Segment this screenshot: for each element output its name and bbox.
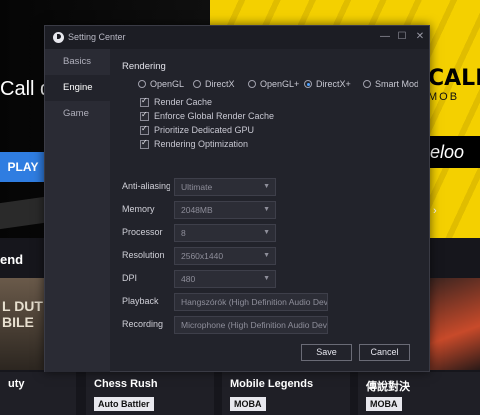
anti-aliasing-select[interactable]: Ultimate ▼ [174,178,276,196]
setting-row-anti-aliasing: Anti-aliasing Ultimate ▼ [122,178,422,196]
game-card[interactable]: 傳說對決 MOBA [358,372,480,415]
setting-row-resolution: Resolution 2560x1440 ▼ [122,247,422,265]
sidebar-item-engine[interactable]: Engine [45,75,110,101]
checkbox-label: Enforce Global Render Cache [154,111,275,121]
chevron-down-icon: ▼ [263,229,270,236]
game-card-tag: MOBA [366,397,402,411]
game-card-tag: Auto Battler [94,397,154,411]
select-value: Ultimate [181,182,213,192]
thumbnail-text: L DUT BILE [2,298,43,330]
sidebar-item-game[interactable]: Game [45,101,110,127]
radio-icon [138,80,146,88]
radio-opengl-plus[interactable]: OpenGL+ [248,77,299,91]
radio-smart-mode[interactable]: Smart Mode [363,77,418,91]
sidebar-item-basics[interactable]: Basics [45,49,110,75]
dpi-select[interactable]: 480 ▼ [174,270,276,288]
game-logo: CALL MOB [428,66,480,124]
memory-select[interactable]: 2048MB ▼ [174,201,276,219]
settings-sidebar: Basics Engine Game [45,49,110,372]
chevron-down-icon: ▼ [263,275,270,282]
game-logo-line2: MOB [428,91,460,103]
chevron-down-icon: ▼ [263,206,270,213]
select-value: Microphone (High Definition Audio Device… [181,320,328,330]
setting-row-recording: Recording Microphone (High Definition Au… [122,316,422,334]
game-card-name: Mobile Legends [230,378,314,390]
rendering-section-title: Rendering [122,61,166,72]
game-logo-line1: CALL [428,66,480,91]
rendering-mode-group: OpenGL DirectX OpenGL+ DirectX+ Smart Mo… [138,77,418,91]
dialog-titlebar[interactable]: Setting Center — ☐ ✕ [45,26,429,49]
game-card-name: Chess Rush [94,378,158,390]
rendering-options: Render Cache Enforce Global Render Cache… [140,95,274,151]
app-logo-icon [53,32,64,43]
checkbox-render-cache[interactable]: Render Cache [140,95,274,109]
radio-icon [193,80,201,88]
select-value: 480 [181,274,196,284]
game-card[interactable]: uty [0,372,76,415]
close-icon[interactable]: ✕ [413,30,427,44]
section-title: end [0,252,24,267]
checkbox-enforce-global-render-cache[interactable]: Enforce Global Render Cache [140,109,274,123]
radio-label: Smart Mode [375,79,418,89]
play-button[interactable]: PLAY [0,152,46,182]
radio-icon [363,80,371,88]
setting-row-playback: Playback Hangszórók (High Definition Aud… [122,293,422,311]
setting-label: Resolution [122,250,165,260]
setting-label: Memory [122,204,155,214]
radio-label: OpenGL [150,79,185,89]
checkbox-label: Prioritize Dedicated GPU [154,125,255,135]
checkbox-label: Rendering Optimization [154,139,249,149]
radio-opengl[interactable]: OpenGL [138,77,184,91]
next-arrow-icon[interactable]: › [433,205,437,217]
checkbox-checked-icon [140,124,149,135]
game-logo-sub: eloo [428,136,480,168]
minimize-icon[interactable]: — [378,30,392,44]
chevron-down-icon: ▼ [263,183,270,190]
checkbox-checked-icon [140,138,149,149]
select-value: 2048MB [181,205,213,215]
checkbox-checked-icon [140,96,149,107]
setting-label: Anti-aliasing [122,181,170,191]
select-value: 8 [181,228,186,238]
setting-label: Recording [122,319,164,329]
save-button[interactable]: Save [301,344,352,361]
select-value: 2560x1440 [181,251,224,261]
radio-label: DirectX [205,79,235,89]
radio-selected-icon [304,80,312,88]
radio-icon [248,80,256,88]
setting-row-processor: Processor 8 ▼ [122,224,422,242]
dialog-title: Setting Center [68,32,126,42]
engine-settings-panel: Rendering OpenGL DirectX OpenGL+ DirectX… [110,49,430,372]
game-card-name: uty [8,378,25,390]
select-value: Hangszórók (High Definition Audio Device… [181,297,328,307]
game-card-name: 傳說對決 [366,381,410,393]
setting-label: DPI [122,273,138,283]
checkbox-prioritize-dedicated-gpu[interactable]: Prioritize Dedicated GPU [140,123,274,137]
radio-label: DirectX+ [316,79,351,89]
setting-row-memory: Memory 2048MB ▼ [122,201,422,219]
processor-select[interactable]: 8 ▼ [174,224,276,242]
playback-device-select[interactable]: Hangszórók (High Definition Audio Device… [174,293,328,311]
cancel-button[interactable]: Cancel [359,344,410,361]
recording-device-select[interactable]: Microphone (High Definition Audio Device… [174,316,328,334]
game-card[interactable]: Mobile Legends MOBA [222,372,350,415]
resolution-select[interactable]: 2560x1440 ▼ [174,247,276,265]
game-thumbnail[interactable] [428,278,480,370]
radio-directx-plus[interactable]: DirectX+ [304,77,351,91]
checkbox-label: Render Cache [154,97,213,107]
setting-row-dpi: DPI 480 ▼ [122,270,422,288]
game-card-tag: MOBA [230,397,266,411]
setting-label: Playback [122,296,159,306]
radio-directx[interactable]: DirectX [193,77,235,91]
setting-label: Processor [122,227,163,237]
radio-label: OpenGL+ [260,79,300,89]
game-card[interactable]: Chess Rush Auto Battler [86,372,214,415]
maximize-icon[interactable]: ☐ [395,30,409,44]
game-thumbnail[interactable]: L DUT BILE [0,278,44,370]
settings-dialog: Setting Center — ☐ ✕ Basics Engine Game … [44,25,430,372]
checkbox-rendering-optimization[interactable]: Rendering Optimization [140,137,274,151]
checkbox-checked-icon [140,110,149,121]
chevron-down-icon: ▼ [263,252,270,259]
